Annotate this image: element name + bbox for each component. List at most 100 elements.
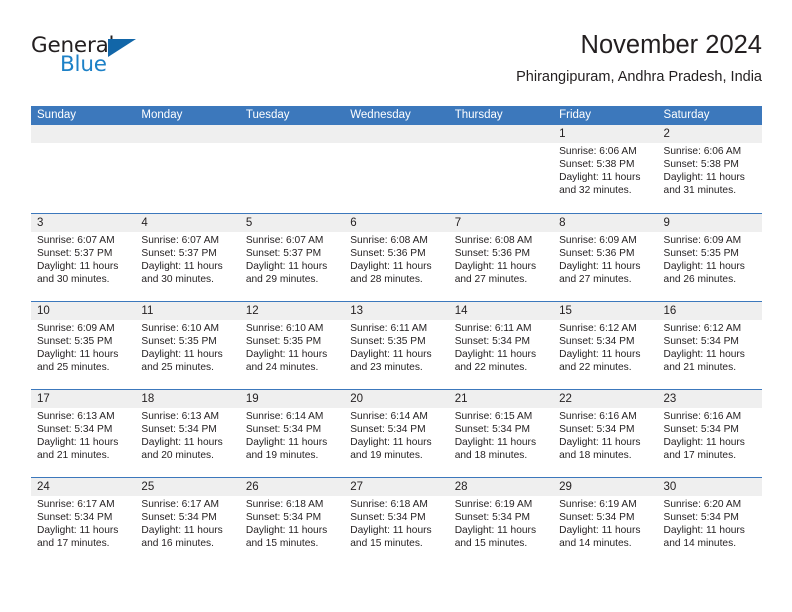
day-number: 27 [344, 478, 449, 496]
sunset-text: Sunset: 5:34 PM [559, 423, 635, 435]
sunset-text: Sunset: 5:34 PM [350, 511, 426, 523]
daylight-text-line1: Daylight: 11 hours [245, 436, 328, 448]
daylight-text-line2: and 17 minutes. [663, 449, 737, 461]
calendar-day-cell[interactable]: 4 Sunrise: 6:07 AM Sunset: 5:37 PM Daylight… [135, 214, 240, 301]
daylight-text-line2: and 14 minutes. [663, 537, 737, 549]
sunrise-text: Sunrise: 6:18 AM [245, 499, 324, 510]
day-details: Sunrise: 6:07 AM Sunset: 5:37 PM Daylight:… [135, 232, 239, 286]
daylight-text-line2: and 27 minutes. [454, 273, 528, 285]
sunrise-text: Sunrise: 6:11 AM [350, 323, 428, 334]
calendar-day-cell[interactable]: 19 Sunrise: 6:14 AM Sunset: 5:34 PM Dayligh… [239, 390, 345, 477]
calendar-day-cell[interactable]: 6 Sunrise: 6:08 AM Sunset: 5:36 PM Daylight… [344, 214, 449, 301]
day-details: Sunrise: 6:07 AM Sunset: 5:37 PM Daylight:… [31, 232, 135, 286]
daylight-text-line1: Daylight: 11 hours [454, 260, 537, 272]
day-details: Sunrise: 6:09 AM Sunset: 5:35 PM Daylight:… [658, 232, 762, 286]
day-number [344, 125, 449, 143]
sunrise-text: Sunrise: 6:19 AM [559, 499, 637, 510]
day-number: 17 [31, 390, 136, 408]
day-details: Sunrise: 6:17 AM Sunset: 5:34 PM Daylight:… [135, 496, 239, 550]
logo-triangle-icon [108, 39, 136, 57]
sunset-text: Sunset: 5:34 PM [663, 335, 739, 347]
daylight-text-line1: Daylight: 11 hours [350, 348, 432, 360]
daylight-text-line2: and 18 minutes. [559, 449, 632, 461]
day-number: 23 [657, 390, 762, 408]
sunrise-text: Sunrise: 6:20 AM [663, 499, 742, 510]
day-number: 7 [448, 214, 554, 232]
daylight-text-line2: and 22 minutes. [454, 361, 528, 373]
calendar-day-cell[interactable]: 30 Sunrise: 6:20 AM Sunset: 5:34 PM Dayligh… [657, 478, 762, 565]
sunrise-text: Sunrise: 6:17 AM [141, 499, 220, 510]
sunrise-text: Sunrise: 6:18 AM [350, 499, 428, 510]
calendar-day-cell[interactable]: 14 Sunrise: 6:11 AM Sunset: 5:34 PM Dayligh… [448, 302, 554, 389]
calendar-day-cell[interactable]: 9 Sunrise: 6:09 AM Sunset: 5:35 PM Daylight… [657, 214, 762, 301]
day-number: 8 [553, 214, 658, 232]
day-number: 1 [553, 125, 658, 143]
weekday-header-thursday: Thursday [454, 109, 503, 121]
general-blue-logo[interactable]: General Blue [31, 34, 161, 82]
calendar-day-cell[interactable]: 28 Sunrise: 6:19 AM Sunset: 5:34 PM Dayligh… [448, 478, 554, 565]
sunset-text: Sunset: 5:34 PM [245, 511, 322, 523]
calendar-week-row: 3 Sunrise: 6:07 AM Sunset: 5:37 PM Daylight… [31, 213, 762, 301]
calendar-day-cell[interactable]: 3 Sunrise: 6:07 AM Sunset: 5:37 PM Daylight… [31, 214, 136, 301]
calendar-day-cell[interactable]: 23 Sunrise: 6:16 AM Sunset: 5:34 PM Dayligh… [657, 390, 762, 477]
sunset-text: Sunset: 5:36 PM [559, 247, 635, 259]
calendar-day-cell[interactable]: 8 Sunrise: 6:09 AM Sunset: 5:36 PM Daylight… [553, 214, 658, 301]
calendar-day-cell[interactable]: 17 Sunrise: 6:13 AM Sunset: 5:34 PM Dayligh… [31, 390, 136, 477]
day-details: Sunrise: 6:11 AM Sunset: 5:34 PM Daylight:… [449, 320, 553, 374]
daylight-text-line2: and 26 minutes. [663, 273, 737, 285]
calendar-day-cell[interactable]: 22 Sunrise: 6:16 AM Sunset: 5:34 PM Dayligh… [553, 390, 658, 477]
calendar-day-cell[interactable]: 20 Sunrise: 6:14 AM Sunset: 5:34 PM Dayligh… [344, 390, 449, 477]
day-number: 11 [135, 302, 240, 320]
sunset-text: Sunset: 5:38 PM [559, 158, 635, 170]
calendar-day-cell[interactable]: 15 Sunrise: 6:12 AM Sunset: 5:34 PM Dayligh… [553, 302, 658, 389]
day-details: Sunrise: 6:13 AM Sunset: 5:34 PM Daylight:… [135, 408, 239, 462]
sunrise-text: Sunrise: 6:07 AM [37, 235, 115, 246]
daylight-text-line1: Daylight: 11 hours [141, 436, 223, 448]
daylight-text-line1: Daylight: 11 hours [663, 436, 745, 448]
calendar-day-cell[interactable]: 7 Sunrise: 6:08 AM Sunset: 5:36 PM Daylight… [448, 214, 554, 301]
sunrise-text: Sunrise: 6:12 AM [559, 323, 637, 334]
day-details: Sunrise: 6:10 AM Sunset: 5:35 PM Daylight:… [240, 320, 344, 374]
daylight-text-line1: Daylight: 11 hours [141, 260, 223, 272]
calendar-day-cell[interactable]: 12 Sunrise: 6:10 AM Sunset: 5:35 PM Dayligh… [239, 302, 345, 389]
day-number: 13 [344, 302, 449, 320]
calendar-week-row: 17 Sunrise: 6:13 AM Sunset: 5:34 PM Dayligh… [31, 389, 762, 477]
calendar-day-cell[interactable]: 25 Sunrise: 6:17 AM Sunset: 5:34 PM Dayligh… [135, 478, 240, 565]
day-number: 16 [657, 302, 762, 320]
calendar-day-cell[interactable]: 29 Sunrise: 6:19 AM Sunset: 5:34 PM Dayligh… [553, 478, 658, 565]
calendar-cell-empty [344, 125, 449, 213]
day-number: 5 [239, 214, 345, 232]
calendar-day-cell[interactable]: 10 Sunrise: 6:09 AM Sunset: 5:35 PM Dayligh… [31, 302, 136, 389]
calendar-day-cell[interactable]: 27 Sunrise: 6:18 AM Sunset: 5:34 PM Dayligh… [344, 478, 449, 565]
calendar-day-cell[interactable]: 11 Sunrise: 6:10 AM Sunset: 5:35 PM Dayligh… [135, 302, 240, 389]
day-number: 6 [344, 214, 449, 232]
daylight-text-line1: Daylight: 11 hours [559, 436, 641, 448]
day-number: 28 [448, 478, 554, 496]
daylight-text-line2: and 27 minutes. [559, 273, 632, 285]
daylight-text-line1: Daylight: 11 hours [663, 171, 745, 183]
calendar-day-cell[interactable]: 1 Sunrise: 6:06 AM Sunset: 5:38 PM Daylight… [553, 125, 658, 213]
sunset-text: Sunset: 5:34 PM [37, 423, 113, 435]
calendar-day-cell[interactable]: 5 Sunrise: 6:07 AM Sunset: 5:37 PM Daylight… [239, 214, 345, 301]
calendar-week-row: 24 Sunrise: 6:17 AM Sunset: 5:34 PM Dayligh… [31, 477, 762, 565]
day-number: 22 [553, 390, 658, 408]
calendar-day-cell[interactable]: 16 Sunrise: 6:12 AM Sunset: 5:34 PM Dayligh… [657, 302, 762, 389]
calendar-day-cell[interactable]: 2 Sunrise: 6:06 AM Sunset: 5:38 PM Daylight… [657, 125, 762, 213]
weekday-header-monday: Monday [141, 109, 183, 121]
calendar-day-cell[interactable]: 26 Sunrise: 6:18 AM Sunset: 5:34 PM Dayligh… [239, 478, 345, 565]
daylight-text-line1: Daylight: 11 hours [350, 260, 432, 272]
calendar-day-cell[interactable]: 21 Sunrise: 6:15 AM Sunset: 5:34 PM Dayligh… [448, 390, 554, 477]
daylight-text-line1: Daylight: 11 hours [559, 524, 641, 536]
day-number: 4 [135, 214, 240, 232]
calendar-day-cell[interactable]: 13 Sunrise: 6:11 AM Sunset: 5:35 PM Dayligh… [344, 302, 449, 389]
daylight-text-line2: and 29 minutes. [245, 273, 319, 285]
daylight-text-line1: Daylight: 11 hours [454, 348, 537, 360]
day-details: Sunrise: 6:15 AM Sunset: 5:34 PM Daylight:… [449, 408, 553, 462]
day-number: 3 [31, 214, 136, 232]
sunset-text: Sunset: 5:34 PM [663, 423, 739, 435]
calendar-day-cell[interactable]: 24 Sunrise: 6:17 AM Sunset: 5:34 PM Dayligh… [31, 478, 136, 565]
sunrise-text: Sunrise: 6:15 AM [454, 411, 533, 422]
calendar-day-cell[interactable]: 18 Sunrise: 6:13 AM Sunset: 5:34 PM Dayligh… [135, 390, 240, 477]
sunset-text: Sunset: 5:35 PM [37, 335, 113, 347]
sunrise-text: Sunrise: 6:09 AM [37, 323, 115, 334]
